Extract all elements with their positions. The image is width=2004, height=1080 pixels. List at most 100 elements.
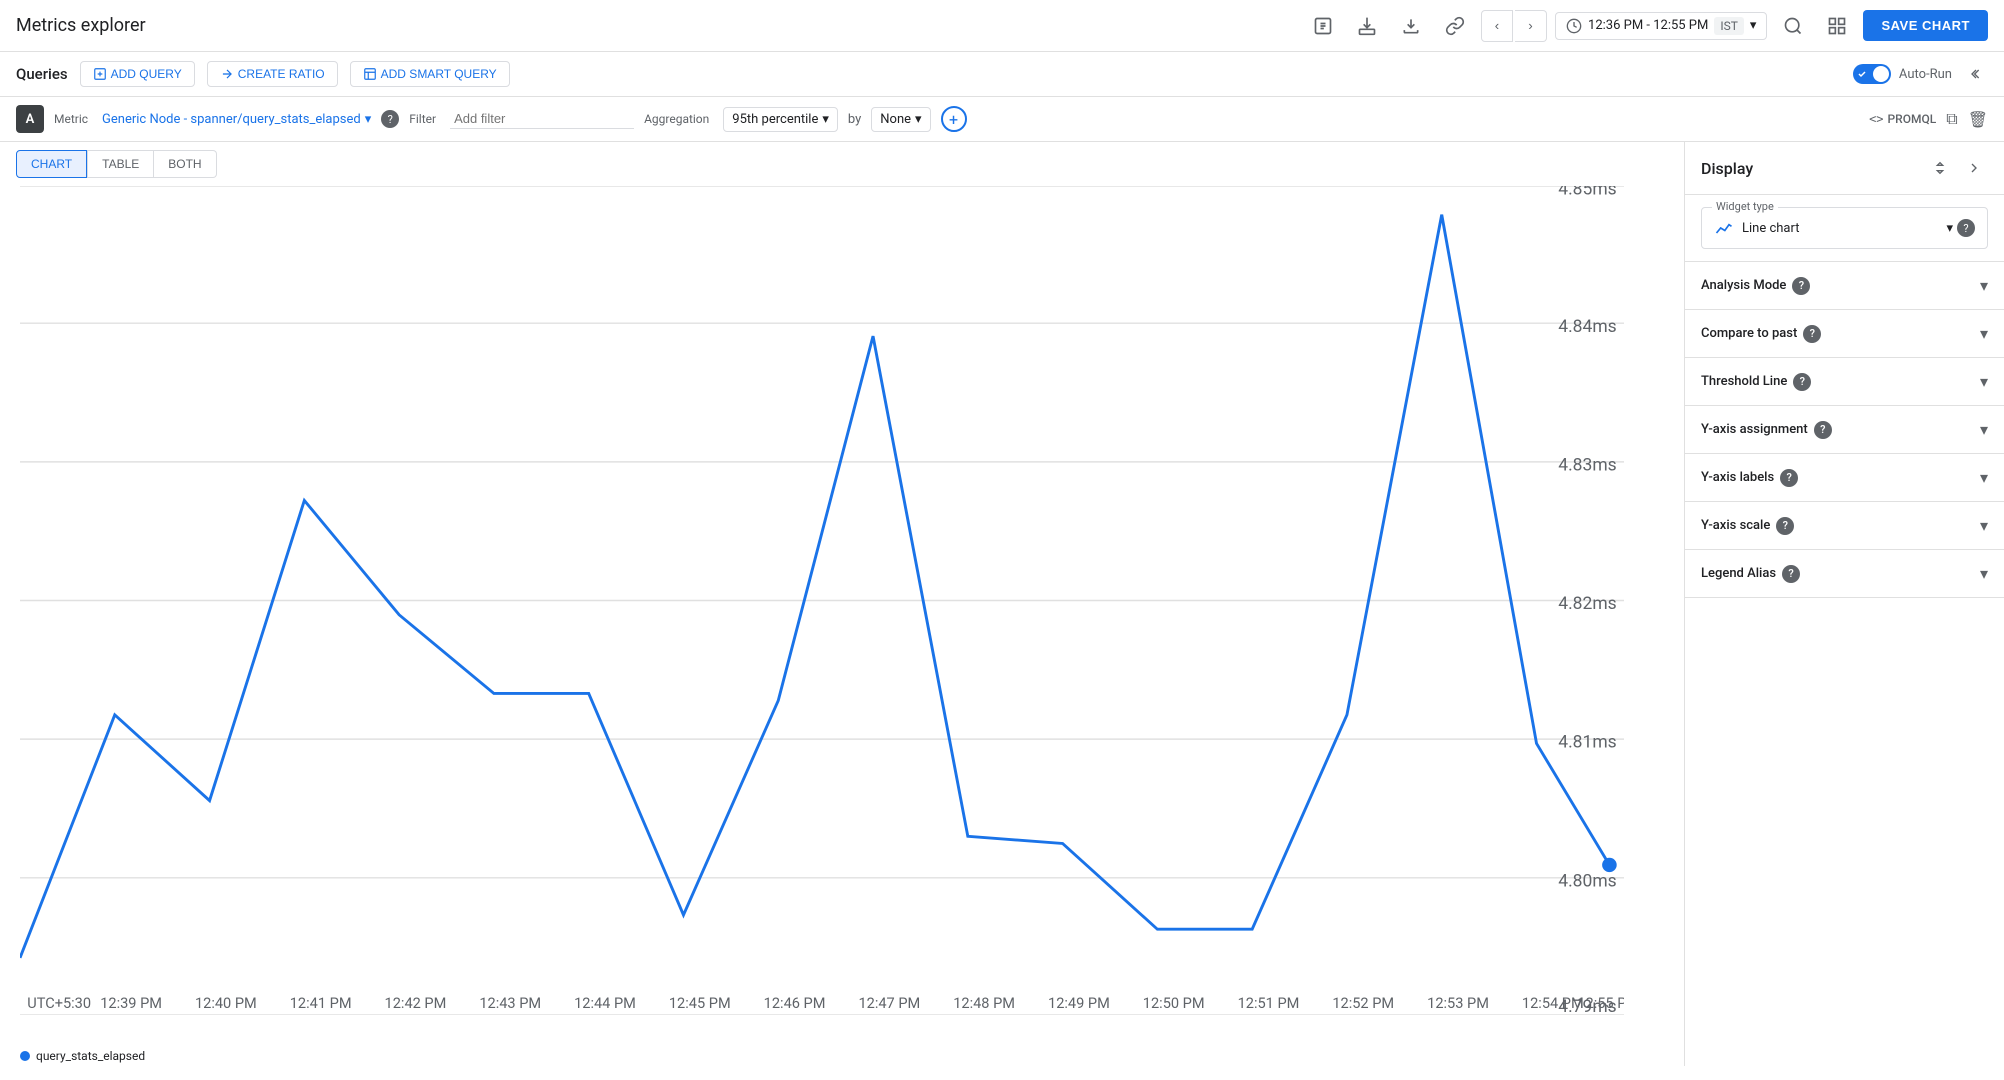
next-button[interactable]: › [1515,10,1547,42]
svg-text:12:54 PM: 12:54 PM [1522,995,1584,1012]
analysis-mode-chevron-icon: ▾ [1980,276,1988,295]
widget-type-chevron-icon: ▾ [1946,221,1953,236]
timezone-badge: IST [1714,17,1744,35]
accordion-y-axis-scale[interactable]: Y-axis scale ? ▾ [1685,502,2004,550]
metric-help-icon[interactable]: ? [381,110,399,128]
svg-text:4.80ms: 4.80ms [1558,872,1617,892]
tab-chart[interactable]: CHART [16,150,87,178]
upload-icon-button[interactable] [1305,8,1341,44]
create-ratio-label: CREATE RATIO [238,67,325,81]
filter-input[interactable] [454,111,630,126]
time-range-selector[interactable]: 12:36 PM - 12:55 PM IST ▾ [1555,12,1767,40]
app-title: Metrics explorer [16,15,146,36]
legend-alias-label: Legend Alias [1701,566,1776,581]
widget-type-left: Line chart [1714,218,1799,238]
y-axis-assignment-help-icon[interactable]: ? [1814,421,1832,439]
query-label-a: A [16,105,44,133]
accordion-analysis-mode[interactable]: Analysis Mode ? ▾ [1685,262,2004,310]
compare-to-past-help-icon[interactable]: ? [1803,325,1821,343]
add-smart-query-button[interactable]: ADD SMART QUERY [350,61,510,87]
widget-type-value: Line chart [1742,221,1799,236]
add-query-button[interactable]: ADD QUERY [80,61,195,87]
prev-button[interactable]: ‹ [1481,10,1513,42]
save-chart-button[interactable]: SAVE CHART [1863,10,1988,41]
widget-type-label: Widget type [1712,200,1778,213]
compare-to-past-label: Compare to past [1701,326,1797,341]
delete-query-icon[interactable]: 🗑 [1968,110,1988,129]
legend-dot [20,1051,30,1061]
nav-buttons: ‹ › [1481,10,1547,42]
none-selector[interactable]: None ▾ [871,107,930,132]
sort-icon-button[interactable] [1926,154,1954,182]
widget-type-selector[interactable]: Widget type Line chart ▾ ? [1701,207,1988,249]
aggregation-field-label: Aggregation [644,112,709,126]
chart-line [20,215,1609,958]
metric-value: Generic Node - spanner/query_stats_elaps… [102,112,361,127]
auto-run-toggle[interactable] [1853,64,1891,84]
tab-both[interactable]: BOTH [154,150,216,178]
sidebar-header-icons [1926,154,1988,182]
copy-query-icon[interactable]: ⧉ [1946,109,1957,129]
save-icon-button[interactable] [1349,8,1385,44]
accordion-y-axis-labels[interactable]: Y-axis labels ? ▾ [1685,454,2004,502]
svg-text:12:53 PM: 12:53 PM [1427,995,1489,1012]
filter-field-label: Filter [409,112,436,126]
y-axis-scale-help-icon[interactable]: ? [1776,517,1794,535]
grid-button[interactable] [1819,8,1855,44]
legend-alias-chevron-icon: ▾ [1980,564,1988,583]
threshold-line-help-icon[interactable]: ? [1793,373,1811,391]
main-content: CHART TABLE BOTH 4.85ms 4.84ms 4.83ms 4.… [0,142,2004,1066]
chart-tabs: CHART TABLE BOTH [0,142,1684,178]
widget-type-help-icon[interactable]: ? [1957,219,1975,237]
time-chevron: ▾ [1750,18,1757,33]
create-ratio-button[interactable]: CREATE RATIO [207,61,338,87]
y-axis-labels-help-icon[interactable]: ? [1780,469,1798,487]
add-query-label: ADD QUERY [111,67,182,81]
promql-brackets-icon: <> [1869,112,1883,126]
metric-chevron-icon: ▾ [365,112,372,127]
legend-alias-help-icon[interactable]: ? [1782,565,1800,583]
queries-title: Queries [16,65,68,83]
compare-to-past-chevron-icon: ▾ [1980,324,1988,343]
link-icon-button[interactable] [1437,8,1473,44]
svg-text:12:39 PM: 12:39 PM [100,995,162,1012]
svg-text:12:47 PM: 12:47 PM [858,995,920,1012]
accordion-threshold-line[interactable]: Threshold Line ? ▾ [1685,358,2004,406]
header: Metrics explorer ‹ › [0,0,2004,52]
svg-text:12:55 PM: 12:55 PM [1577,995,1624,1012]
promql-button[interactable]: <> PROMQL [1869,112,1936,126]
svg-text:12:43 PM: 12:43 PM [479,995,541,1012]
threshold-line-label: Threshold Line [1701,374,1787,389]
svg-text:4.81ms: 4.81ms [1558,733,1617,753]
metric-selector[interactable]: Generic Node - spanner/query_stats_elaps… [102,112,371,127]
svg-text:12:44 PM: 12:44 PM [574,995,636,1012]
filter-box[interactable] [450,109,634,129]
accordion-legend-alias[interactable]: Legend Alias ? ▾ [1685,550,2004,598]
add-filter-button[interactable]: + [941,106,967,132]
display-title: Display [1701,159,1753,178]
analysis-mode-label: Analysis Mode [1701,278,1786,293]
svg-text:4.84ms: 4.84ms [1558,317,1617,337]
aggregation-chevron-icon: ▾ [822,112,829,127]
y-axis-assignment-chevron-icon: ▾ [1980,420,1988,439]
sidebar-collapse-button[interactable] [1960,154,1988,182]
svg-text:12:51 PM: 12:51 PM [1238,995,1300,1012]
svg-text:12:49 PM: 12:49 PM [1048,995,1110,1012]
query-row: A Metric Generic Node - spanner/query_st… [0,97,2004,142]
y-axis-scale-chevron-icon: ▾ [1980,516,1988,535]
download-icon-button[interactable] [1393,8,1429,44]
promql-label: PROMQL [1888,112,1937,126]
search-button[interactable] [1775,8,1811,44]
svg-text:12:48 PM: 12:48 PM [953,995,1015,1012]
query-row-right: <> PROMQL ⧉ 🗑 [1869,109,1988,129]
svg-text:12:45 PM: 12:45 PM [669,995,731,1012]
svg-text:12:42 PM: 12:42 PM [385,995,447,1012]
collapse-panel-button[interactable] [1960,60,1988,88]
svg-text:12:46 PM: 12:46 PM [764,995,826,1012]
accordion-y-axis-assignment[interactable]: Y-axis assignment ? ▾ [1685,406,2004,454]
y-axis-labels-label: Y-axis labels [1701,470,1774,485]
aggregation-selector[interactable]: 95th percentile ▾ [723,107,838,132]
accordion-compare-to-past[interactable]: Compare to past ? ▾ [1685,310,2004,358]
analysis-mode-help-icon[interactable]: ? [1792,277,1810,295]
tab-table[interactable]: TABLE [87,150,154,178]
